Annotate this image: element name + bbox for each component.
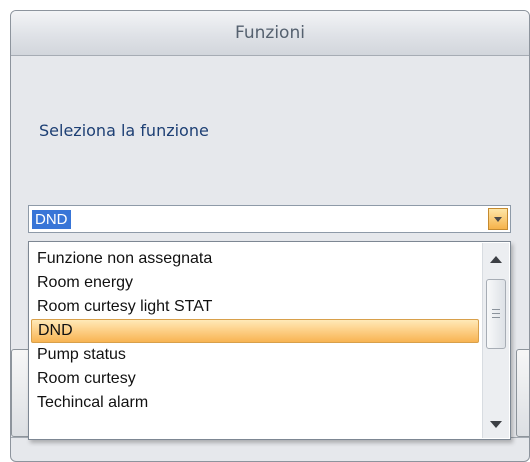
scroll-down-arrow-icon[interactable]: [483, 412, 509, 436]
function-combobox[interactable]: DND: [28, 205, 511, 233]
function-dropdown-list: Funzione non assegnata Room energy Room …: [28, 241, 511, 440]
dialog-title: Funzioni: [11, 11, 529, 56]
scrollbar-thumb[interactable]: [486, 279, 506, 349]
list-item-room-energy[interactable]: Room energy: [31, 271, 479, 295]
list-item-funzione-non-assegnata[interactable]: Funzione non assegnata: [31, 247, 479, 271]
list-item-techincal-alarm[interactable]: Techincal alarm: [31, 391, 479, 415]
scroll-up-arrow-icon[interactable]: [483, 247, 509, 271]
chevron-down-icon[interactable]: [488, 208, 508, 230]
option-list: Funzione non assegnata Room energy Room …: [31, 247, 479, 415]
list-item-room-curtesy-light-stat[interactable]: Room curtesy light STAT: [31, 295, 479, 319]
combo-selected-value: DND: [32, 210, 71, 229]
list-item-pump-status[interactable]: Pump status: [31, 343, 479, 367]
vertical-scrollbar[interactable]: [482, 243, 509, 438]
hidden-right-button[interactable]: [516, 349, 529, 437]
list-item-room-curtesy[interactable]: Room curtesy: [31, 367, 479, 391]
grip-icon: [492, 309, 500, 310]
grip-icon: [492, 313, 500, 314]
prompt-label: Seleziona la funzione: [39, 121, 209, 140]
grip-icon: [492, 317, 500, 318]
list-item-dnd-selected[interactable]: DND: [31, 319, 479, 343]
